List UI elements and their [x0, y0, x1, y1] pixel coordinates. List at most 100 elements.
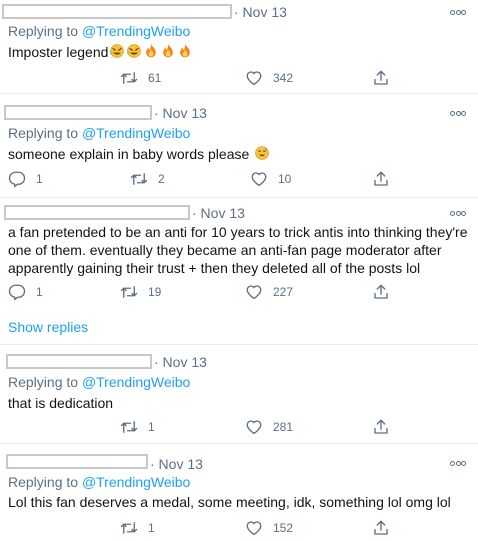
reply-count: 1	[36, 285, 43, 299]
replying-to: Replying to @TrendingWeibo	[8, 125, 190, 141]
reply-handle-link[interactable]: @TrendingWeibo	[82, 474, 190, 490]
tweet-text: someone explain in baby words please	[8, 145, 470, 163]
like-count: 152	[273, 521, 294, 535]
fire-emoji-icon	[160, 43, 176, 59]
like-icon	[250, 170, 268, 188]
reply-count: 1	[36, 172, 43, 186]
tweet-date[interactable]: · Nov 13	[154, 105, 207, 121]
tweet-text-body: that is dedication	[8, 395, 114, 411]
reply-handle-link[interactable]: @TrendingWeibo	[82, 374, 190, 390]
tweet-text: Lol this fan deserves a medal, some meet…	[8, 493, 470, 511]
tweet-text: Imposter legend	[8, 43, 470, 61]
share-button[interactable]	[372, 169, 390, 189]
retweet-count: 1	[148, 521, 155, 535]
retweet-icon	[120, 283, 138, 301]
tweet-text-body: Lol this fan deserves a medal, some meet…	[8, 494, 451, 510]
share-button[interactable]	[372, 417, 390, 437]
like-button[interactable]: 227	[245, 282, 293, 302]
share-button[interactable]	[372, 518, 390, 538]
reply-handle-link[interactable]: @TrendingWeibo	[82, 125, 190, 141]
retweet-button[interactable]: 2	[130, 169, 165, 189]
action-bar: 1 19 227	[0, 282, 478, 302]
redacted-username	[4, 205, 190, 220]
redacted-username	[4, 105, 152, 120]
redacted-username	[6, 354, 152, 369]
share-button[interactable]	[372, 68, 390, 88]
reply-handle-link[interactable]: @TrendingWeibo	[82, 23, 190, 39]
tweet-date[interactable]: · Nov 13	[150, 456, 203, 472]
retweet-button[interactable]: 1	[120, 417, 155, 437]
redacted-username	[2, 4, 232, 19]
more-icon[interactable]	[450, 210, 466, 216]
action-bar: 1 152	[0, 518, 478, 538]
like-button[interactable]: 10	[250, 169, 291, 189]
like-button[interactable]: 281	[245, 417, 293, 437]
replying-to-label: Replying to	[8, 474, 79, 490]
like-count: 281	[273, 420, 294, 434]
tweet-text-body: Imposter legend	[8, 44, 109, 60]
tweet-text: a fan pretended to be an anti for 10 yea…	[8, 223, 470, 277]
share-button[interactable]	[372, 282, 390, 302]
retweet-icon	[120, 418, 138, 436]
share-icon	[372, 519, 390, 537]
more-icon[interactable]	[450, 110, 466, 116]
retweet-button[interactable]: 61	[120, 68, 161, 88]
reply-button[interactable]: 1	[8, 169, 43, 189]
fire-emoji-icon	[177, 43, 193, 59]
tweet-text-line: one of them. eventually they became an a…	[8, 242, 442, 258]
tweet[interactable]: · Nov 13 Replying to @TrendingWeibo some…	[0, 95, 478, 198]
retweet-count: 61	[148, 71, 162, 85]
retweet-count: 1	[148, 420, 155, 434]
like-count: 10	[278, 172, 292, 186]
more-icon[interactable]	[450, 9, 466, 15]
action-bar: 61 342	[0, 68, 478, 88]
sweat-smile-emoji-icon	[254, 145, 270, 161]
tweet-text-line: a fan pretended to be an anti for 10 yea…	[8, 224, 468, 240]
replying-to-label: Replying to	[8, 125, 79, 141]
like-count: 342	[273, 71, 294, 85]
share-icon	[372, 69, 390, 87]
retweet-icon	[120, 519, 138, 537]
reply-button[interactable]: 1	[8, 282, 43, 302]
tweet-date[interactable]: · Nov 13	[192, 205, 245, 221]
retweet-count: 19	[148, 285, 162, 299]
like-icon	[245, 283, 263, 301]
fire-emoji-icon	[143, 43, 159, 59]
redacted-username	[6, 454, 148, 469]
tweet-text-line: apparently gaining their trust + then th…	[8, 260, 421, 276]
reply-icon	[8, 170, 26, 188]
tweet[interactable]: · Nov 13 Replying to @TrendingWeibo that…	[0, 346, 478, 444]
retweet-button[interactable]: 19	[120, 282, 161, 302]
retweet-button[interactable]: 1	[120, 518, 155, 538]
replying-to-label: Replying to	[8, 23, 79, 39]
share-icon	[372, 170, 390, 188]
replying-to: Replying to @TrendingWeibo	[8, 23, 190, 39]
replying-to: Replying to @TrendingWeibo	[8, 374, 190, 390]
more-icon[interactable]	[450, 460, 466, 466]
tweet-text: that is dedication	[8, 394, 470, 412]
like-count: 227	[273, 285, 294, 299]
action-bar: 1 281	[0, 417, 478, 437]
replying-to-label: Replying to	[8, 374, 79, 390]
tweet-text-body: someone explain in baby words please	[8, 146, 250, 162]
tweet[interactable]: · Nov 13 Replying to @TrendingWeibo Lol …	[0, 445, 478, 541]
rolling-laughing-emoji-icon	[109, 43, 125, 59]
retweet-count: 2	[158, 172, 165, 186]
reply-icon	[8, 283, 26, 301]
share-icon	[372, 418, 390, 436]
tweet-date[interactable]: · Nov 13	[154, 354, 207, 370]
tweet[interactable]: · Nov 13 a fan pretended to be an anti f…	[0, 199, 478, 345]
show-replies-link[interactable]: Show replies	[8, 319, 88, 335]
like-icon	[245, 519, 263, 537]
like-button[interactable]: 152	[245, 518, 293, 538]
like-icon	[245, 418, 263, 436]
tweet-date[interactable]: · Nov 13	[234, 4, 287, 20]
share-icon	[372, 283, 390, 301]
like-button[interactable]: 342	[245, 68, 293, 88]
rolling-laughing-emoji-icon	[126, 43, 142, 59]
action-bar: 1 2 10	[0, 169, 478, 189]
replying-to: Replying to @TrendingWeibo	[8, 474, 190, 490]
retweet-icon	[120, 69, 138, 87]
like-icon	[245, 69, 263, 87]
tweet[interactable]: · Nov 13 Replying to @TrendingWeibo Impo…	[0, 0, 478, 94]
